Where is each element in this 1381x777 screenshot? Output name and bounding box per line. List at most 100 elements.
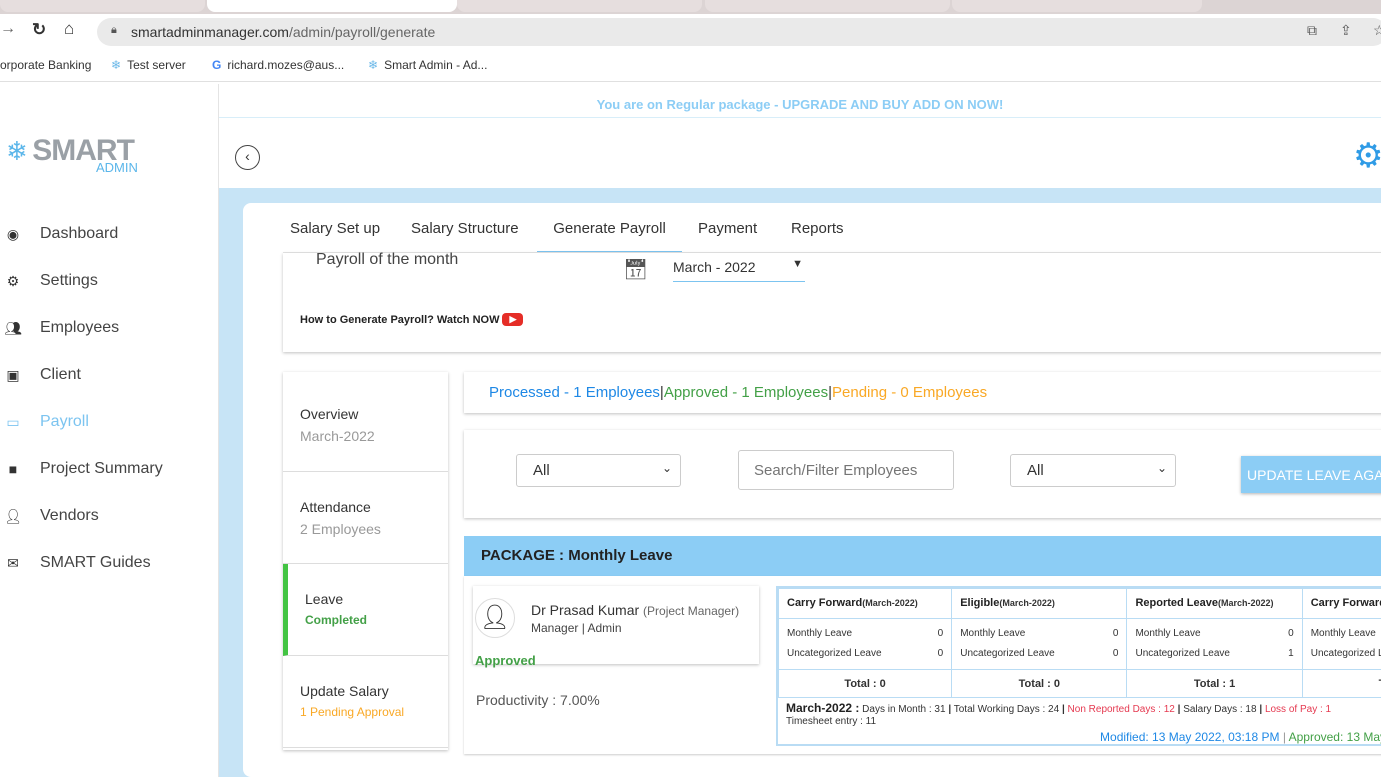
logo-subtext: ADMIN xyxy=(96,160,138,175)
modified-date: Modified: 13 May 2022, 03:18 PM xyxy=(1100,730,1280,744)
filter-select-1[interactable]: All ⌄ xyxy=(516,454,681,487)
snowflake-icon: ❄ xyxy=(6,136,28,166)
sidebar-item-settings[interactable]: ⚙ Settings xyxy=(4,272,98,290)
select-value: All xyxy=(1027,462,1044,479)
update-leave-button[interactable]: UPDATE LEAVE AGA xyxy=(1241,456,1381,493)
open-external-icon[interactable]: ⧉ xyxy=(1307,22,1317,39)
employee-role: Manager | Admin xyxy=(531,621,622,635)
bookmark[interactable]: ❄ Smart Admin - Ad... xyxy=(368,58,487,72)
calendar-icon[interactable]: 📅︎ xyxy=(623,257,648,282)
sidebar-item-payroll[interactable]: ▭ Payroll xyxy=(4,413,89,431)
sidebar-item-vendors[interactable]: 👤︎ Vendors xyxy=(4,507,99,525)
back-icon[interactable]: ‹ xyxy=(235,145,260,170)
leave-col-header: Carry Forward( xyxy=(1301,588,1381,619)
sidebar-item-label: Payroll xyxy=(40,413,89,430)
sidebar-item-label: SMART Guides xyxy=(40,554,151,571)
pending-count[interactable]: Pending - 0 Employees xyxy=(832,384,987,401)
forward-icon[interactable]: → xyxy=(0,20,16,38)
id-card-icon: ▣ xyxy=(6,366,20,383)
step-attendance[interactable]: Attendance 2 Employees xyxy=(283,472,448,564)
chevron-down-icon: ⌄ xyxy=(1156,461,1167,475)
leave-col-total: Total : 0 xyxy=(778,669,953,698)
payroll-month-label: Payroll of the month xyxy=(316,251,459,268)
bookmark-label: richard.mozes@aus... xyxy=(227,58,345,72)
tab-generate-payroll[interactable]: Generate Payroll xyxy=(537,220,682,253)
sidebar-item-label: Settings xyxy=(40,272,98,289)
search-employees-input[interactable] xyxy=(738,450,954,490)
leave-col-total: Total : 1 xyxy=(1126,669,1303,698)
url-field[interactable]: 🔒︎ smartadminmanager.com/admin/payroll/g… xyxy=(97,18,1381,46)
bookmark[interactable]: Grichard.mozes@aus... xyxy=(212,58,344,72)
payroll-month-panel: Payroll of the month 📅︎ March - 2022 ▼ Ho… xyxy=(283,251,1381,352)
sidebar-item-label: Employees xyxy=(40,319,120,336)
step-subtitle: Completed xyxy=(305,613,368,627)
upgrade-banner[interactable]: You are on Regular package - UPGRADE AND… xyxy=(219,84,1381,117)
sidebar-item-dashboard[interactable]: ◉ Dashboard xyxy=(4,225,118,243)
tab-salary-setup[interactable]: Salary Set up xyxy=(290,220,380,237)
step-title: Leave xyxy=(305,591,344,607)
envelope-icon: ✉ xyxy=(7,554,19,571)
bookmark-label: Test server xyxy=(127,58,186,72)
tab-payment[interactable]: Payment xyxy=(698,220,757,237)
step-title: Overview xyxy=(300,406,359,422)
step-subtitle: March-2022 xyxy=(300,428,375,444)
home-icon[interactable]: ⌂ xyxy=(64,19,74,39)
month-summary: March-2022 : Days in Month : 31 | Total … xyxy=(786,701,1332,727)
step-leave[interactable]: Leave Completed xyxy=(283,564,448,656)
browser-tab[interactable] xyxy=(952,0,1202,12)
bookmark[interactable]: orporate Banking xyxy=(0,58,91,72)
leave-col-total: Tota xyxy=(1301,669,1381,698)
logo: ❄ SMART ADMIN xyxy=(6,134,138,175)
approved-count[interactable]: Approved - 1 Employees xyxy=(664,384,828,401)
bookmark-label: orporate Banking xyxy=(0,58,92,72)
reload-icon[interactable]: ↻ xyxy=(32,20,46,40)
bookmark[interactable]: ❄ Test server xyxy=(111,58,186,72)
step-subtitle: 2 Employees xyxy=(300,521,381,537)
browser-tab[interactable] xyxy=(705,0,950,12)
employee-card[interactable]: 👤︎ Dr Prasad Kumar (Project Manager) Man… xyxy=(473,586,759,668)
url-host: smartadminmanager.com xyxy=(131,24,289,40)
share-icon[interactable]: ⇪ xyxy=(1340,22,1352,39)
approved-date: Approved: 13 May xyxy=(1288,730,1381,744)
processed-count[interactable]: Processed - 1 Employees xyxy=(489,384,660,401)
sidebar-item-client[interactable]: ▣ Client xyxy=(4,366,81,384)
star-icon[interactable]: ☆ xyxy=(1373,22,1381,39)
gear-icon[interactable]: ⚙ xyxy=(1353,136,1381,176)
leave-col-header: Reported Leave(March-2022) xyxy=(1126,588,1303,619)
step-update-salary[interactable]: Update Salary 1 Pending Approval xyxy=(283,656,448,748)
tab-reports[interactable]: Reports xyxy=(791,220,844,237)
sidebar-item-project-summary[interactable]: ■ Project Summary xyxy=(4,460,163,478)
employee-name[interactable]: Dr Prasad Kumar xyxy=(531,602,639,618)
sidebar-item-label: Vendors xyxy=(40,507,99,524)
summary-month: March-2022 : xyxy=(786,701,860,715)
sidebar-item-label: Dashboard xyxy=(40,225,119,242)
how-to-link[interactable]: How to Generate Payroll? Watch NOW ▶ xyxy=(300,313,524,326)
url-path: /admin/payroll/generate xyxy=(288,24,436,40)
filter-select-2[interactable]: All ⌄ xyxy=(1010,454,1176,487)
working-days: Total Working Days : 24 xyxy=(953,704,1060,715)
step-title: Attendance xyxy=(300,499,371,515)
gear-icon: ⚙ xyxy=(6,272,20,289)
browser-tab[interactable] xyxy=(457,0,702,12)
sidebar-item-label: Project Summary xyxy=(40,460,163,477)
leave-col-values: Monthly LeaveUncategorized Leave xyxy=(1301,618,1381,670)
google-icon: G xyxy=(212,58,222,72)
sidebar-item-employees[interactable]: 👥︎ Employees xyxy=(4,319,119,337)
snowflake-icon: ❄ xyxy=(111,58,122,72)
month-value: March - 2022 xyxy=(673,259,756,275)
step-overview[interactable]: Overview March-2022 xyxy=(283,372,448,472)
tab-salary-structure[interactable]: Salary Structure xyxy=(411,220,519,237)
employee-designation: (Project Manager) xyxy=(643,604,740,618)
sidebar-item-smart-guides[interactable]: ✉ SMART Guides xyxy=(4,554,151,572)
chevron-down-icon: ⌄ xyxy=(661,461,672,475)
month-select[interactable]: March - 2022 ▼ xyxy=(673,256,805,282)
status-summary: Processed - 1 Employees|Approved - 1 Emp… xyxy=(464,372,1381,413)
step-title: Update Salary xyxy=(300,683,389,699)
avatar: 👤︎ xyxy=(475,598,515,638)
users-icon: 👥︎ xyxy=(4,319,22,336)
productivity: Productivity : 7.00% xyxy=(476,692,600,708)
browser-tab-active[interactable] xyxy=(207,0,457,12)
browser-tab[interactable] xyxy=(0,0,205,12)
loss-of-pay: Loss of Pay : 1 xyxy=(1264,704,1332,715)
lock-icon: 🔒︎ xyxy=(111,24,117,36)
